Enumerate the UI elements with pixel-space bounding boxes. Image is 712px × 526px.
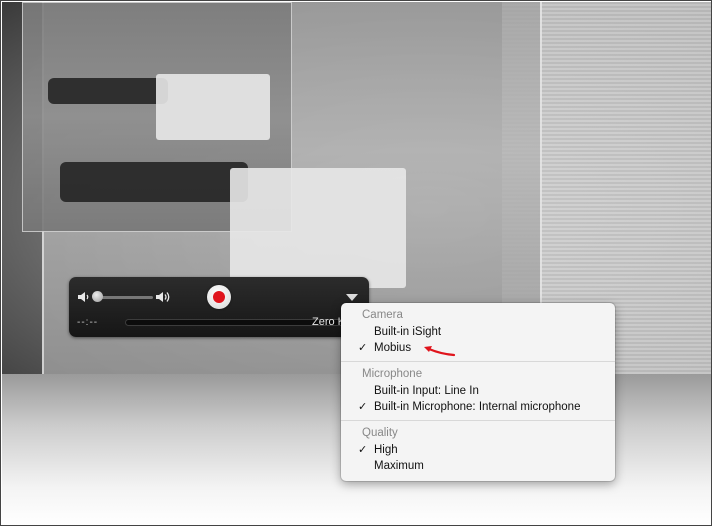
menu-item-quality-maximum[interactable]: Maximum	[341, 458, 615, 474]
preview-ghost-menu	[230, 168, 406, 288]
menu-section-header: Quality	[362, 427, 398, 439]
menu-section-header: Camera	[362, 309, 403, 321]
volume-slider-knob[interactable]	[92, 291, 103, 302]
volume-low-icon[interactable]	[77, 290, 91, 304]
recording-control-bar: --:-- Zero KB	[69, 277, 369, 337]
record-button[interactable]	[207, 285, 231, 309]
menu-item-label: Maximum	[374, 460, 424, 472]
preview-ghost-menu-small	[156, 74, 270, 140]
menu-item-built-in-isight[interactable]: Built-in iSight	[341, 324, 615, 340]
menu-item-quality-high[interactable]: ✓ High	[341, 442, 615, 458]
preview-ghost-control-bar	[60, 162, 248, 202]
menu-section-microphone: Microphone Built-in Input: Line In ✓ Bui…	[341, 366, 615, 415]
menu-separator	[341, 361, 615, 362]
menu-item-label: Built-in Input: Line In	[374, 385, 479, 397]
options-menu-arrow-icon[interactable]	[345, 292, 359, 302]
elapsed-time-label: --:--	[77, 317, 99, 328]
menu-item-label: Built-in Microphone: Internal microphone	[374, 401, 581, 413]
menu-item-built-in-input-line-in[interactable]: Built-in Input: Line In	[341, 383, 615, 399]
menu-section-quality: Quality ✓ High Maximum	[341, 425, 615, 474]
volume-slider-track[interactable]	[95, 296, 153, 299]
checkmark-icon: ✓	[358, 401, 368, 413]
menu-item-label: Mobius	[374, 342, 412, 354]
menu-item-label: High	[374, 444, 398, 456]
options-popup-menu: Camera Built-in iSight ✓ Mobius Micropho…	[341, 303, 615, 481]
checkmark-icon: ✓	[358, 342, 368, 354]
screenshot-frame: --:-- Zero KB Camera Built-in iSight ✓ M…	[0, 0, 712, 526]
record-dot-icon	[213, 291, 225, 303]
checkmark-icon: ✓	[358, 444, 368, 456]
menu-item-built-in-microphone[interactable]: ✓ Built-in Microphone: Internal micropho…	[341, 399, 615, 415]
menu-item-label: Built-in iSight	[374, 326, 442, 338]
menu-section-camera: Camera Built-in iSight ✓ Mobius	[341, 307, 615, 356]
annotation-arrow-icon	[424, 346, 456, 357]
menu-section-header: Microphone	[362, 368, 423, 380]
volume-high-icon[interactable]	[155, 289, 173, 305]
menu-separator	[341, 420, 615, 421]
preview-ghost-control-bar-small	[48, 78, 168, 104]
menu-item-mobius[interactable]: ✓ Mobius	[341, 340, 615, 356]
